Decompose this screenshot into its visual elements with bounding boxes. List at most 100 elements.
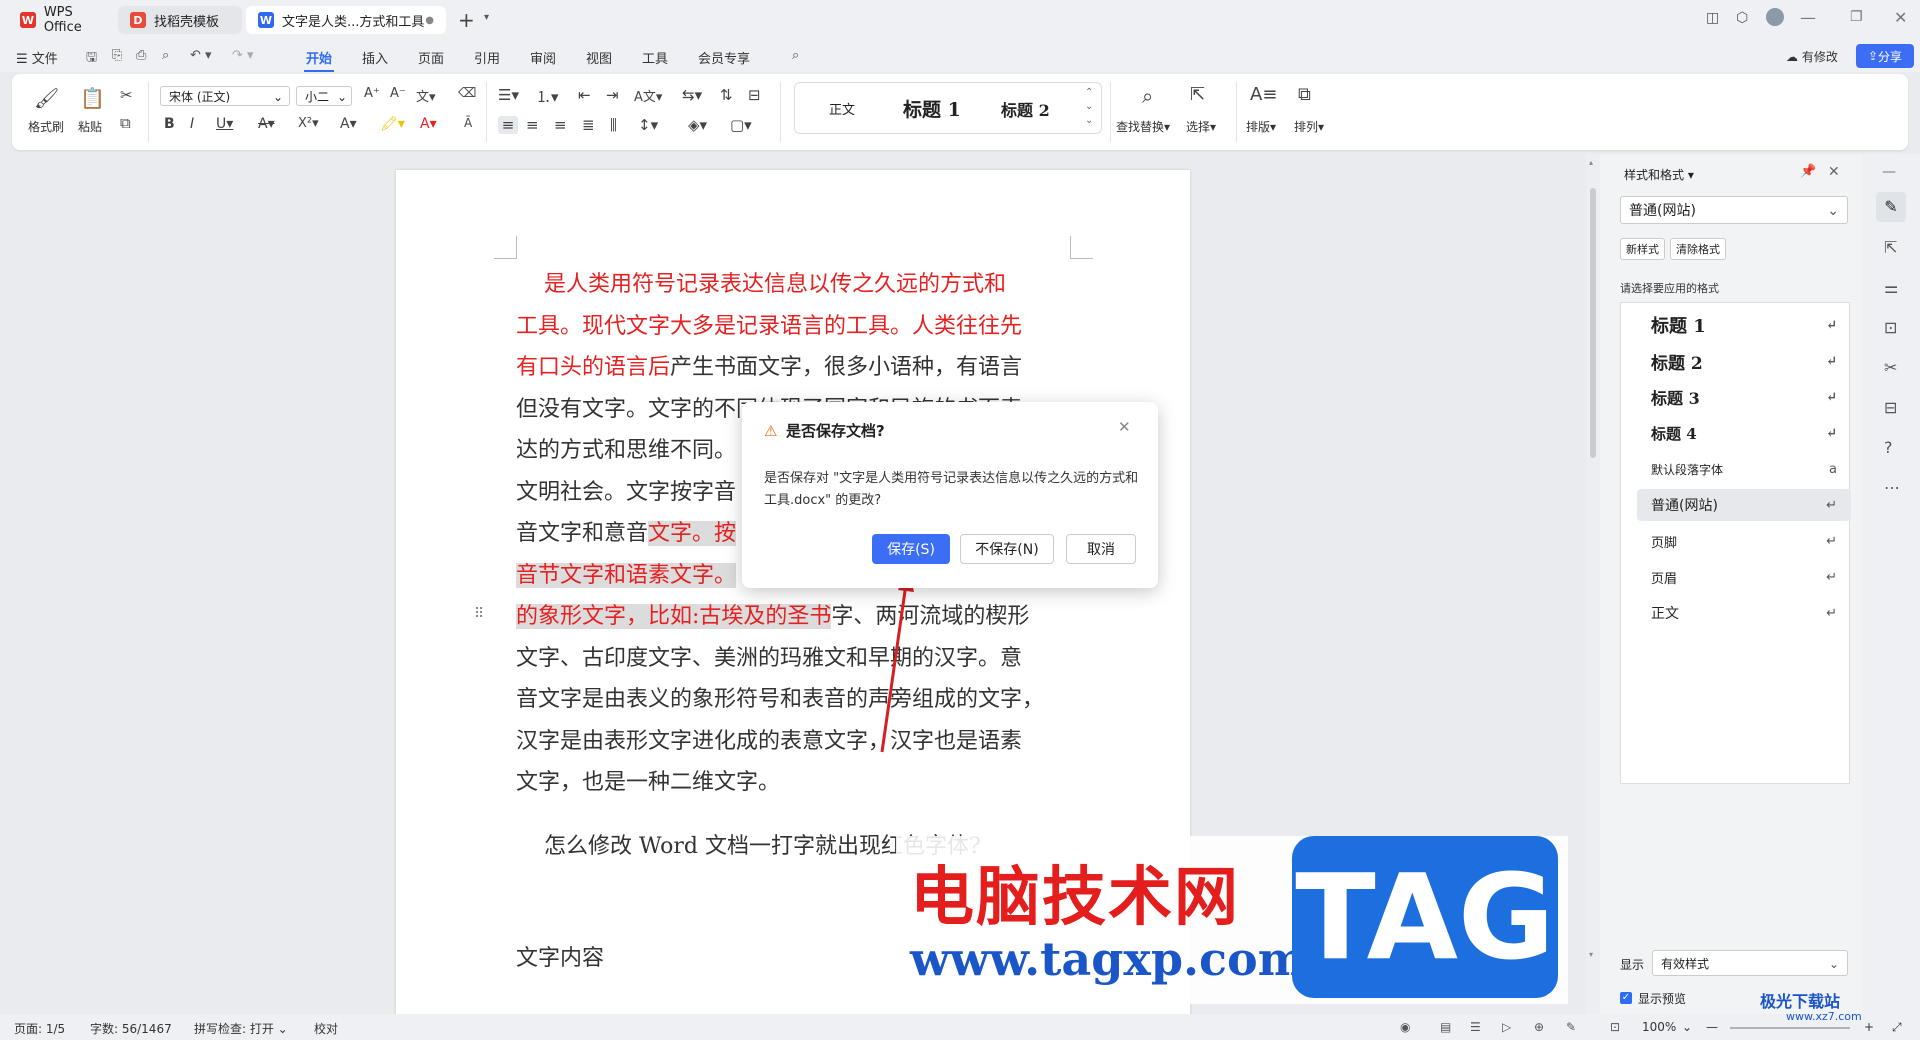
phonetic-icon[interactable]: 文▾ (416, 86, 436, 105)
format-painter-icon[interactable]: 🖌 (34, 86, 59, 110)
tab-modified-dot[interactable]: ● (425, 15, 434, 26)
font-color-icon[interactable]: A▾ (420, 116, 437, 132)
format-painter-label[interactable]: 格式刷 (28, 118, 64, 135)
has-changes-indicator[interactable]: ☁ 有修改 (1786, 48, 1838, 65)
pin-icon[interactable]: 📌 (1800, 164, 1816, 179)
save-quick-icon[interactable]: 🖫 (86, 48, 97, 70)
close-window-icon[interactable]: ✕ (1894, 8, 1907, 27)
display-select[interactable]: 有效样式 ⌄ (1652, 950, 1848, 976)
find-replace-icon[interactable]: ⌕ (1142, 84, 1153, 108)
fit-icon[interactable]: ⊡ (1610, 1020, 1620, 1034)
share-button[interactable]: ⇪ 分享 (1856, 44, 1914, 68)
chevron-down-icon[interactable]: ⌄ (1085, 101, 1093, 112)
numbered-list-icon[interactable]: ⒈▾ (536, 86, 559, 107)
preview-icon[interactable]: ⌕ (162, 48, 169, 63)
select-arrow-icon[interactable]: ⇱ (1884, 238, 1897, 257)
scroll-down-icon[interactable]: ▾ (1589, 950, 1593, 959)
image-edit-icon[interactable]: ⊡ (1884, 318, 1897, 337)
arrange-icon[interactable]: ⧉ (1298, 84, 1311, 105)
decrease-indent-icon[interactable]: ⇤ (578, 86, 591, 104)
strikethrough-icon[interactable]: A▾ (258, 116, 275, 132)
align-center-icon[interactable]: ≡ (526, 116, 539, 134)
style-item-default-font[interactable]: 默认段落字体 a (1637, 453, 1851, 485)
bold-icon[interactable]: B (164, 116, 175, 132)
spell-check[interactable]: 拼写检查: 打开 ⌄ (194, 1020, 288, 1037)
adjust-icon[interactable]: ⚌ (1884, 278, 1898, 297)
style-item-normal[interactable]: 正文 ↵ (1637, 597, 1851, 629)
play-icon[interactable]: ▷ (1502, 1020, 1511, 1034)
text-direction-icon[interactable]: ⇆▾ (682, 86, 702, 104)
cube-icon[interactable]: ⬡ (1736, 10, 1748, 26)
line-spacing-icon[interactable]: ↕▾ (638, 116, 658, 134)
tab-review[interactable]: 审阅 (530, 48, 556, 67)
save-button[interactable]: 保存(S) (872, 534, 950, 564)
italic-icon[interactable]: I (190, 116, 194, 132)
distributed-icon[interactable]: ⫼ (610, 116, 617, 134)
style-heading-1[interactable]: 标题 1 (903, 95, 961, 122)
close-panel-icon[interactable]: ✕ (1828, 164, 1840, 180)
proofread[interactable]: 校对 (314, 1020, 338, 1037)
font-size-select[interactable]: 小二 ⌄ (296, 86, 352, 106)
zoom-in-icon[interactable]: + (1864, 1020, 1874, 1034)
drag-handle-icon[interactable]: ⠿ (474, 606, 484, 622)
tab-wps-office[interactable]: W WPS Office (8, 5, 114, 35)
tab-home[interactable]: 开始 (306, 48, 332, 67)
book-icon[interactable]: ⊟ (1884, 398, 1897, 417)
shading-icon[interactable]: ◈▾ (688, 116, 707, 134)
layout-icon[interactable]: ◫ (1706, 10, 1719, 26)
cut-icon[interactable]: ✂ (120, 86, 133, 104)
section-heading[interactable]: 文字内容 (516, 938, 604, 980)
page-view-icon[interactable]: ▤ (1440, 1020, 1451, 1034)
gallery-expand-icon[interactable]: ⌄ (1085, 115, 1093, 126)
restore-icon[interactable]: ❐ (1850, 9, 1863, 25)
panel-title[interactable]: 样式和格式 ▾ (1624, 166, 1694, 183)
tab-insert[interactable]: 插入 (362, 48, 388, 67)
collapse-icon[interactable]: — (1882, 164, 1896, 180)
scroll-up-icon[interactable]: ▴ (1589, 158, 1593, 167)
panel-scrollbar[interactable]: ▴ ▾ (1586, 154, 1600, 1016)
new-style-button[interactable]: 新样式 (1620, 238, 1665, 260)
help-icon[interactable]: ? (1884, 438, 1893, 457)
eye-icon[interactable]: ◉ (1400, 1020, 1410, 1034)
find-replace-label[interactable]: 查找替换▾ (1116, 118, 1170, 135)
superscript-icon[interactable]: X²▾ (298, 116, 319, 131)
pen-icon[interactable]: ✎ (1566, 1020, 1576, 1034)
show-marks-icon[interactable]: ⊟ (748, 86, 761, 104)
scrollbar-thumb[interactable] (1590, 188, 1596, 458)
tab-document[interactable]: W 文字是人类...方式和工具 ● (246, 6, 446, 34)
chinese-layout-icon[interactable]: A文▾ (634, 86, 662, 105)
highlight-icon[interactable]: 🖍▾ (380, 116, 405, 132)
shrink-font-icon[interactable]: A⁻ (390, 86, 406, 101)
word-count[interactable]: 字数: 56/1467 (90, 1020, 172, 1037)
layout-label[interactable]: 排版▾ (1246, 118, 1276, 135)
file-menu[interactable]: ☰ 文件 (16, 48, 58, 67)
tab-tools[interactable]: 工具 (642, 48, 668, 67)
style-item-footer[interactable]: 页脚 ↵ (1637, 525, 1851, 557)
style-normal[interactable]: 正文 (829, 99, 855, 118)
underline-icon[interactable]: U▾ (216, 116, 233, 132)
font-name-select[interactable]: 宋体 (正文) ⌄ (160, 86, 290, 106)
arrange-label[interactable]: 排列▾ (1294, 118, 1324, 135)
zoom-level[interactable]: 100% (1642, 1020, 1676, 1034)
style-item-heading-4[interactable]: 标题 4 ↵ (1637, 417, 1851, 449)
paste-label[interactable]: 粘贴 (78, 118, 102, 135)
align-left-icon[interactable]: ≡ (498, 116, 518, 134)
style-item-normal-web[interactable]: 普通(网站) ↵ (1637, 489, 1851, 521)
export-icon[interactable]: ⎘ (112, 48, 122, 63)
search-icon[interactable]: ⌕ (792, 48, 799, 63)
dont-save-button[interactable]: 不保存(N) (960, 534, 1054, 564)
undo-icon[interactable]: ↶ ▾ (190, 48, 212, 63)
paste-icon[interactable]: 📋 (80, 86, 105, 110)
avatar[interactable] (1766, 8, 1784, 26)
styles-pen-icon[interactable]: ✎ (1876, 192, 1906, 222)
char-shading-icon[interactable]: Ā (464, 116, 472, 130)
web-view-icon[interactable]: ⊕ (1534, 1020, 1544, 1034)
clear-format-icon[interactable]: ⌫ (458, 86, 476, 101)
tab-template[interactable]: D 找稻壳模板 (118, 6, 242, 34)
increase-indent-icon[interactable]: ⇥ (606, 86, 619, 104)
tab-references[interactable]: 引用 (474, 48, 500, 67)
borders-icon[interactable]: ▢▾ (730, 116, 752, 134)
grow-font-icon[interactable]: A⁺ (364, 86, 380, 101)
zoom-out-icon[interactable]: — (1706, 1020, 1718, 1034)
tab-list-chevron-icon[interactable]: ▾ (484, 12, 489, 23)
